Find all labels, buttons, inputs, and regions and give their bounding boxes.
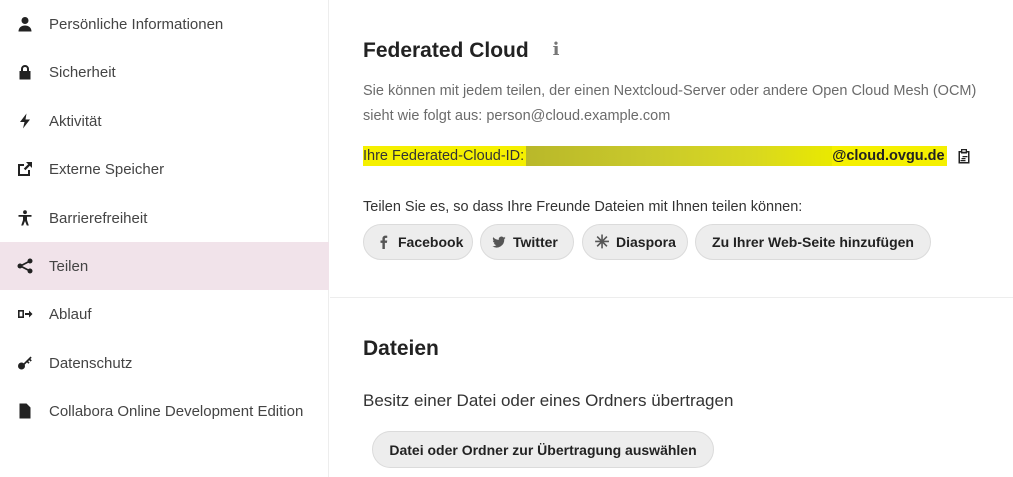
lock-icon [17, 64, 33, 80]
sidebar-item-label: Ablauf [49, 305, 92, 323]
share-instructions: Teilen Sie es, so dass Ihre Freunde Date… [363, 199, 803, 215]
sidebar-item-accessibility[interactable]: Barrierefreiheit [0, 194, 329, 242]
main-content: Federated Cloud i Sie können mit jedem t… [330, 0, 1013, 477]
person-icon [17, 16, 33, 32]
add-to-website-button[interactable]: Zu Ihrer Web-Seite hinzufügen [695, 224, 931, 260]
diaspora-share-button[interactable]: ✳ Diaspora [582, 224, 688, 260]
share-icon [17, 258, 33, 274]
sidebar-item-privacy[interactable]: Datenschutz [0, 339, 329, 387]
cloud-id-domain: @cloud.ovgu.de [832, 146, 947, 166]
sidebar-item-security[interactable]: Sicherheit [0, 48, 329, 96]
info-icon[interactable]: i [549, 39, 563, 60]
facebook-icon [376, 234, 392, 250]
choose-transfer-file-button[interactable]: Datei oder Ordner zur Übertragung auswäh… [372, 431, 714, 468]
facebook-label: Facebook [398, 234, 464, 250]
sidebar-item-label: Datenschutz [49, 354, 133, 372]
section-divider [330, 297, 1013, 298]
document-icon [17, 403, 33, 419]
federated-description-line2: sieht wie folgt aus: person@cloud.exampl… [363, 108, 671, 124]
diaspora-label: Diaspora [616, 234, 676, 250]
settings-sidebar: Persönliche Informationen Sicherheit Akt… [0, 0, 329, 477]
external-link-icon [17, 161, 33, 177]
sidebar-item-label: Barrierefreiheit [49, 209, 148, 227]
accessibility-icon [17, 210, 33, 226]
twitter-label: Twitter [513, 234, 558, 250]
clipboard-icon[interactable] [955, 147, 973, 165]
federated-description-line1: Sie können mit jedem teilen, der einen N… [363, 83, 977, 99]
sidebar-item-label: Sicherheit [49, 63, 116, 81]
twitter-share-button[interactable]: Twitter [480, 224, 574, 260]
sidebar-item-external-storage[interactable]: Externe Speicher [0, 145, 329, 193]
section-title-federated-cloud: Federated Cloud [363, 39, 529, 62]
twitter-icon [491, 234, 507, 250]
transfer-ownership-heading: Besitz einer Datei oder eines Ordners üb… [363, 391, 734, 410]
key-icon [17, 355, 33, 371]
federated-cloud-id: Ihre Federated-Cloud-ID: @cloud.ovgu.de [363, 146, 973, 166]
workflow-icon [17, 306, 33, 322]
facebook-share-button[interactable]: Facebook [363, 224, 473, 260]
lightning-icon [17, 113, 33, 129]
sidebar-item-activity[interactable]: Aktivität [0, 97, 329, 145]
sidebar-item-label: Persönliche Informationen [49, 15, 224, 33]
section-title-files: Dateien [363, 337, 439, 360]
cloud-id-redacted [526, 146, 833, 166]
sidebar-item-workflow[interactable]: Ablauf [0, 290, 329, 338]
sidebar-item-sharing[interactable]: Teilen [0, 242, 329, 290]
sidebar-item-personal-info[interactable]: Persönliche Informationen [0, 0, 329, 48]
cloud-id-label: Ihre Federated-Cloud-ID: [363, 146, 527, 166]
sidebar-item-label: Teilen [49, 257, 89, 275]
sidebar-item-label: Collabora Online Development Edition [49, 402, 304, 420]
sidebar-item-label: Externe Speicher [49, 160, 165, 178]
sidebar-item-collabora[interactable]: Collabora Online Development Edition [0, 387, 329, 435]
add-to-website-label: Zu Ihrer Web-Seite hinzufügen [712, 234, 914, 250]
sidebar-item-label: Aktivität [49, 112, 102, 130]
diaspora-icon: ✳ [594, 231, 610, 252]
